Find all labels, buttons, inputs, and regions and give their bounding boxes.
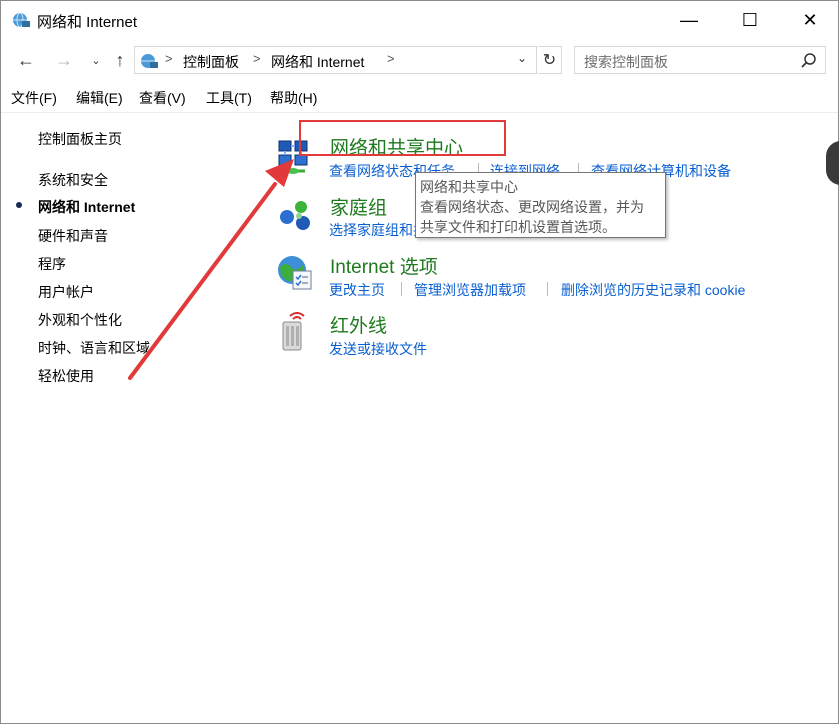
sidebar-home-link[interactable]: 控制面板主页	[38, 129, 122, 149]
minimize-button[interactable]: —	[666, 1, 712, 39]
network-globe-icon	[13, 12, 30, 28]
breadcrumb-separator[interactable]: >	[253, 51, 261, 66]
window-title: 网络和 Internet	[37, 14, 138, 31]
breadcrumb-separator[interactable]: >	[165, 51, 173, 66]
breadcrumb-separator[interactable]: >	[387, 51, 395, 66]
recent-locations-button[interactable]: ⌄	[85, 49, 107, 71]
annotation-highlight-box	[299, 120, 506, 156]
tooltip-title: 网络和共享中心	[420, 179, 518, 195]
category-title-homegroup[interactable]: 家庭组	[330, 193, 387, 220]
address-bar[interactable]: > 控制面板 > 网络和 Internet > ⌄	[134, 46, 537, 74]
infrared-icon[interactable]	[275, 312, 315, 352]
refresh-button[interactable]: ↻	[538, 46, 562, 74]
side-scroll-handle[interactable]	[826, 141, 839, 185]
category-title-infrared[interactable]: 红外线	[330, 311, 387, 338]
tooltip-line-2: 共享文件和打印机设置首选项。	[420, 219, 616, 235]
breadcrumb-network-internet[interactable]: 网络和 Internet	[271, 52, 364, 72]
navigation-bar: ← → ⌄ ↑ > 控制面板 > 网络和 Internet > ⌄ ↻ 搜索控制…	[1, 43, 838, 79]
link-separator	[401, 282, 402, 296]
up-button[interactable]: ↑	[109, 49, 131, 71]
tooltip: 网络和共享中心 查看网络状态、更改网络设置，并为 共享文件和打印机设置首选项。	[415, 172, 666, 238]
menu-divider	[1, 112, 838, 113]
link-delete-browsing-history[interactable]: 删除浏览的历史记录和 cookie	[561, 280, 745, 300]
search-placeholder: 搜索控制面板	[584, 54, 668, 70]
breadcrumb-control-panel[interactable]: 控制面板	[183, 52, 239, 72]
menu-bar: 文件(F) 编辑(E) 查看(V) 工具(T) 帮助(H)	[1, 86, 838, 110]
link-send-receive-files[interactable]: 发送或接收文件	[329, 339, 427, 359]
menu-view[interactable]: 查看(V)	[139, 88, 186, 108]
title-bar: 网络和 Internet — ☐ ✕	[1, 1, 838, 39]
menu-help[interactable]: 帮助(H)	[270, 88, 317, 108]
link-separator	[547, 282, 548, 296]
sidebar-item-appearance[interactable]: 外观和个性化	[38, 310, 122, 330]
control-panel-icon	[141, 54, 158, 68]
sidebar-item-network-internet[interactable]: 网络和 Internet	[38, 197, 135, 217]
sidebar-item-hardware-sound[interactable]: 硬件和声音	[38, 226, 108, 246]
tooltip-line-1: 查看网络状态、更改网络设置，并为	[420, 199, 644, 215]
homegroup-icon[interactable]	[275, 195, 315, 235]
close-button[interactable]: ✕	[787, 1, 833, 39]
sidebar-item-system-security[interactable]: 系统和安全	[38, 170, 108, 190]
search-input[interactable]: 搜索控制面板	[574, 46, 826, 74]
sidebar-item-ease-of-access[interactable]: 轻松使用	[38, 366, 94, 386]
forward-button[interactable]: →	[53, 49, 75, 71]
address-dropdown-icon[interactable]: ⌄	[517, 51, 527, 65]
current-item-bullet	[16, 202, 22, 208]
sidebar-item-programs[interactable]: 程序	[38, 254, 66, 274]
menu-tools[interactable]: 工具(T)	[206, 88, 252, 108]
sidebar-item-clock-language-region[interactable]: 时钟、语言和区域	[38, 338, 150, 358]
sidebar-item-user-accounts[interactable]: 用户帐户	[38, 282, 94, 302]
menu-file[interactable]: 文件(F)	[11, 88, 57, 108]
search-icon[interactable]	[800, 52, 818, 70]
internet-options-icon[interactable]	[275, 253, 315, 293]
control-panel-window: 网络和 Internet — ☐ ✕ ← → ⌄ ↑ > 控制面板 > 网络和 …	[0, 0, 839, 724]
menu-edit[interactable]: 编辑(E)	[76, 88, 123, 108]
category-title-internet-options[interactable]: Internet 选项	[330, 252, 438, 279]
link-change-homepage[interactable]: 更改主页	[329, 280, 385, 300]
maximize-button[interactable]: ☐	[727, 1, 773, 39]
back-button[interactable]: ←	[15, 49, 37, 71]
link-manage-browser-addons[interactable]: 管理浏览器加载项	[414, 280, 526, 300]
